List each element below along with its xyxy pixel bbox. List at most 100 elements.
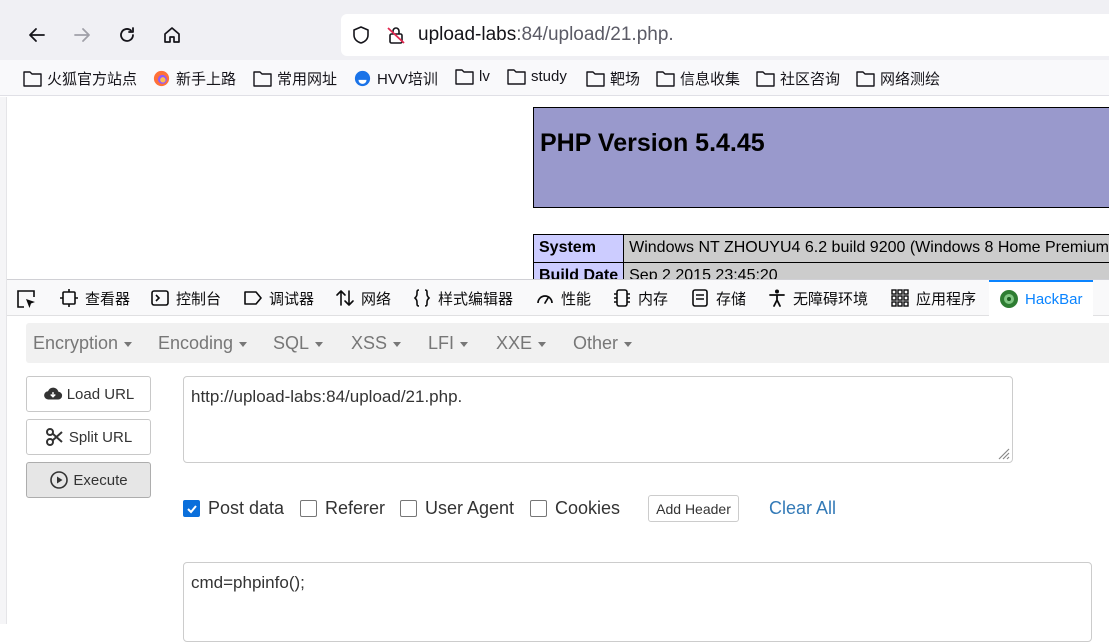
storage-icon — [690, 288, 710, 308]
home-icon — [162, 25, 182, 45]
split-url-button[interactable]: Split URL — [26, 419, 151, 455]
browser-toolbar: upload-labs:84/upload/21.php. — [0, 0, 1109, 60]
add-header-button[interactable]: Add Header — [648, 495, 739, 522]
shield-icon[interactable] — [351, 25, 371, 45]
bookmark-item[interactable]: 靶场 — [586, 68, 640, 89]
tab-label: 内存 — [638, 288, 668, 309]
menu-lfi[interactable]: LFI — [428, 333, 468, 354]
tab-network[interactable]: 网络 — [335, 280, 391, 316]
user-agent-checkbox[interactable]: User Agent — [400, 498, 514, 519]
checkbox-unchecked-icon[interactable] — [400, 500, 417, 517]
phpinfo-header: PHP Version 5.4.45 — [533, 107, 1109, 208]
menu-xxe[interactable]: XXE — [496, 333, 546, 354]
load-url-button[interactable]: Load URL — [26, 376, 151, 412]
tab-application[interactable]: 应用程序 — [890, 280, 976, 316]
forward-button[interactable] — [67, 20, 97, 50]
bookmark-label: 常用网址 — [277, 68, 337, 89]
tab-hackbar[interactable]: HackBar — [989, 280, 1093, 316]
menu-label: XXE — [496, 333, 532, 353]
tab-label: 查看器 — [85, 288, 130, 309]
menu-xss[interactable]: XSS — [351, 333, 401, 354]
execute-button[interactable]: Execute — [26, 462, 151, 498]
page-content: PHP Version 5.4.45 System Windows NT ZHO… — [0, 97, 1109, 279]
clear-all-link[interactable]: Clear All — [769, 498, 836, 519]
menu-other[interactable]: Other — [573, 333, 632, 354]
bookmark-item[interactable]: 火狐官方站点 — [23, 68, 137, 89]
cloud-download-icon — [43, 385, 63, 403]
tab-debugger[interactable]: 调试器 — [243, 280, 314, 316]
cookies-checkbox[interactable]: Cookies — [530, 498, 620, 519]
tab-inspector[interactable]: 查看器 — [59, 280, 130, 316]
grid-icon — [890, 288, 910, 308]
bookmark-item[interactable]: HVV培训 — [353, 68, 438, 89]
accessibility-icon — [767, 288, 787, 308]
element-picker-icon[interactable] — [15, 288, 37, 310]
checkbox-label: User Agent — [425, 498, 514, 519]
tab-storage[interactable]: 存储 — [690, 280, 746, 316]
tab-memory[interactable]: 内存 — [612, 280, 668, 316]
resize-grip-icon[interactable] — [996, 446, 1010, 460]
checkbox-checked-icon[interactable] — [183, 500, 200, 517]
post-data-checkbox[interactable]: Post data — [183, 498, 284, 519]
referer-checkbox[interactable]: Referer — [300, 498, 385, 519]
hackbar-icon — [999, 289, 1019, 309]
tab-performance[interactable]: 性能 — [535, 280, 591, 316]
home-button[interactable] — [157, 20, 187, 50]
checkbox-label: Referer — [325, 498, 385, 519]
url-textarea[interactable]: http://upload-labs:84/upload/21.php. — [183, 376, 1013, 463]
tab-style-editor[interactable]: 样式编辑器 — [412, 280, 513, 316]
bookmark-item[interactable]: 社区咨询 — [756, 68, 840, 89]
menu-encryption[interactable]: Encryption — [33, 333, 132, 354]
tab-label: 控制台 — [176, 288, 221, 309]
checkbox-unchecked-icon[interactable] — [530, 500, 547, 517]
reload-button[interactable] — [112, 20, 142, 50]
post-data-textarea[interactable]: cmd=phpinfo(); — [183, 562, 1092, 642]
button-label: Load URL — [67, 386, 135, 403]
bookmark-label: 网络测绘 — [880, 68, 940, 89]
gauge-icon — [535, 288, 555, 308]
tab-label: 无障碍环境 — [793, 288, 868, 309]
caret-down-icon — [315, 342, 323, 347]
folder-icon — [253, 70, 272, 87]
tab-label: 存储 — [716, 288, 746, 309]
bookmark-item[interactable]: study — [507, 68, 567, 85]
bookmark-label: 火狐官方站点 — [47, 68, 137, 89]
firefox-icon — [152, 70, 171, 87]
tab-label: 性能 — [561, 288, 591, 309]
row-value: Sep 2 2015 23:45:20 — [624, 263, 1109, 280]
url-text: upload-labs:84/upload/21.php. — [418, 24, 674, 46]
back-button[interactable] — [22, 20, 52, 50]
address-bar[interactable]: upload-labs:84/upload/21.php. — [341, 14, 1109, 56]
devtools-panel: 查看器 控制台 调试器 网络 样式编辑器 性能 内存 存储 — [7, 279, 1109, 624]
tab-accessibility[interactable]: 无障碍环境 — [767, 280, 868, 316]
bookmark-label: lv — [479, 68, 490, 85]
menu-label: SQL — [273, 333, 309, 353]
bookmark-item[interactable]: lv — [455, 68, 490, 85]
row-label: System — [534, 235, 624, 263]
bookmark-item[interactable]: 常用网址 — [253, 68, 337, 89]
checkbox-unchecked-icon[interactable] — [300, 500, 317, 517]
row-label: Build Date — [534, 263, 624, 280]
debugger-icon — [243, 288, 263, 308]
insecure-lock-icon[interactable] — [386, 25, 406, 45]
menu-label: Encoding — [158, 333, 233, 353]
caret-down-icon — [460, 342, 468, 347]
bookmark-label: 社区咨询 — [780, 68, 840, 89]
caret-down-icon — [393, 342, 401, 347]
menu-encoding[interactable]: Encoding — [158, 333, 247, 354]
post-data-value: cmd=phpinfo(); — [191, 573, 305, 592]
folder-icon — [856, 70, 875, 87]
tab-console[interactable]: 控制台 — [150, 280, 221, 316]
sidebar-edge — [0, 97, 7, 624]
bookmark-item[interactable]: 信息收集 — [656, 68, 740, 89]
menu-sql[interactable]: SQL — [273, 333, 323, 354]
bookmark-item[interactable]: 新手上路 — [152, 68, 236, 89]
menu-label: LFI — [428, 333, 454, 353]
table-row: Build Date Sep 2 2015 23:45:20 — [534, 263, 1109, 280]
bookmark-label: 信息收集 — [680, 68, 740, 89]
bookmark-item[interactable]: 网络测绘 — [856, 68, 940, 89]
arrow-right-icon — [72, 25, 92, 45]
table-row: System Windows NT ZHOUYU4 6.2 build 9200… — [534, 235, 1109, 263]
arrow-left-icon — [27, 25, 47, 45]
url-path: :84/upload/21.php. — [516, 24, 673, 45]
